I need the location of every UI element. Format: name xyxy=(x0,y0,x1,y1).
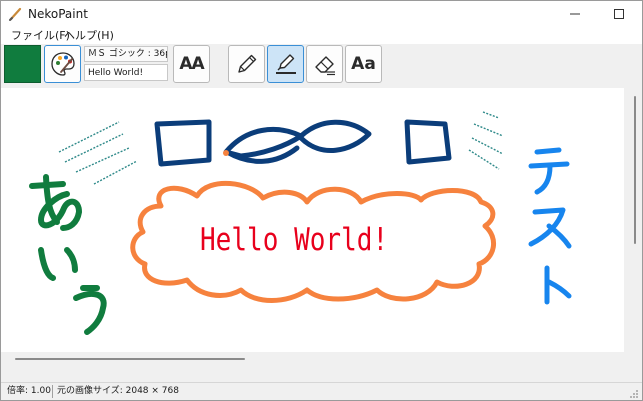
text-tool-icon: Aa xyxy=(351,54,376,74)
blue-katakana xyxy=(528,147,572,305)
toolbar: ＭＳ ゴシック : 36pt AA xyxy=(1,44,642,85)
vertical-scrollbar[interactable] xyxy=(634,96,636,244)
status-bar: 倍率: 1.00 元の画像サイズ: 2048 × 768 xyxy=(1,382,642,400)
font-selector[interactable]: ＭＳ ゴシック : 36pt xyxy=(84,46,168,62)
color-palette-button[interactable] xyxy=(44,45,81,83)
drawing-canvas[interactable]: Hello World! xyxy=(1,88,624,352)
menu-file[interactable]: ファイル(F) xyxy=(11,28,70,43)
resize-grip-icon[interactable] xyxy=(629,389,639,399)
teal-hatch-right xyxy=(468,111,504,170)
text-tool-button[interactable]: Aa xyxy=(345,45,382,83)
status-zoom: 倍率: 1.00 xyxy=(7,386,51,396)
canvas-hello-text: Hello World! xyxy=(200,222,389,258)
marker-tool-button[interactable] xyxy=(267,45,304,83)
font-size-icon: AA xyxy=(179,54,204,74)
navy-shapes xyxy=(154,119,452,167)
pencil-tool-button[interactable] xyxy=(228,45,265,83)
maximize-button[interactable] xyxy=(597,1,641,27)
canvas-strokes xyxy=(29,111,572,335)
canvas-area: Hello World! xyxy=(1,86,642,382)
green-hiragana xyxy=(29,174,107,335)
orange-dot xyxy=(223,150,229,156)
palette-icon xyxy=(50,52,75,76)
horizontal-scrollbar[interactable] xyxy=(15,358,245,360)
app-icon xyxy=(9,7,22,21)
status-separator xyxy=(52,385,53,398)
eraser-icon xyxy=(314,56,335,76)
minimize-button[interactable] xyxy=(553,1,597,27)
status-image-size: 元の画像サイズ: 2048 × 768 xyxy=(57,386,179,396)
pencil-icon xyxy=(237,54,256,73)
window-title: NekoPaint xyxy=(28,7,88,21)
title-bar: NekoPaint xyxy=(1,1,642,27)
navy-fish-right xyxy=(298,119,372,153)
navy-square-right xyxy=(404,119,452,165)
text-input[interactable] xyxy=(84,64,168,81)
menu-help[interactable]: ヘルプ(H) xyxy=(64,28,114,43)
font-size-button[interactable]: AA xyxy=(173,45,210,83)
minimize-icon xyxy=(570,13,580,15)
marker-icon xyxy=(275,54,296,74)
navy-square-left xyxy=(154,119,212,167)
menu-bar: ファイル(F) ヘルプ(H) xyxy=(1,27,642,44)
eraser-tool-button[interactable] xyxy=(306,45,343,83)
maximize-icon xyxy=(614,9,624,19)
current-color-swatch[interactable] xyxy=(4,45,41,83)
app-window: NekoPaint ファイル(F) ヘルプ(H) ＭＳ ゴシック : 36pt … xyxy=(0,0,643,401)
teal-hatch-left xyxy=(58,121,138,185)
